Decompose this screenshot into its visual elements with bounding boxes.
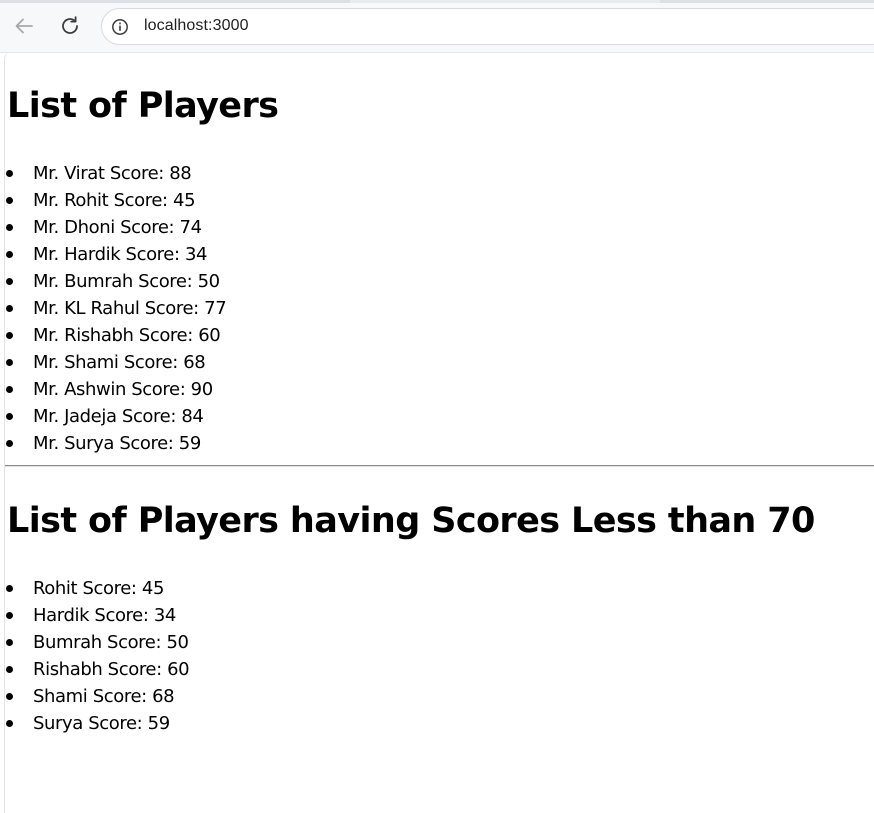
bullet (6, 224, 13, 231)
list-item-text: Mr. Dhoni Score: 74 (33, 217, 202, 238)
list-item-text: Mr. Bumrah Score: 50 (33, 271, 220, 292)
list-item-text: Surya Score: 59 (33, 713, 170, 734)
back-button[interactable] (9, 11, 39, 41)
tab-edge (0, 0, 350, 3)
list-item-text: Mr. Surya Score: 59 (33, 433, 201, 454)
tab-strip (0, 0, 874, 3)
list-item: Mr. Jadeja Score: 84 (5, 403, 226, 430)
section-title: List of Players having Scores Less than … (7, 501, 815, 541)
list-item: Surya Score: 59 (5, 710, 189, 737)
list-item: Shami Score: 68 (5, 683, 189, 710)
list-item-text: Mr. KL Rahul Score: 77 (33, 298, 227, 319)
page-title: List of Players (7, 86, 279, 126)
bullet (6, 251, 13, 258)
bullet (6, 332, 13, 339)
list-item-text: Mr. Rohit Score: 45 (33, 190, 196, 211)
bullet (6, 612, 13, 619)
tab-edge (660, 0, 874, 3)
list-item: Mr. Shami Score: 68 (5, 349, 226, 376)
bullet (6, 440, 13, 447)
list-item-text: Mr. Ashwin Score: 90 (33, 379, 213, 400)
list-item: Bumrah Score: 50 (5, 629, 189, 656)
address-bar[interactable]: localhost:3000 (101, 8, 874, 45)
list-item-text: Shami Score: 68 (33, 686, 175, 707)
list-item: Mr. Hardik Score: 34 (5, 241, 226, 268)
list-item-text: Rohit Score: 45 (33, 578, 165, 599)
list-item-text: Mr. Hardik Score: 34 (33, 244, 208, 265)
list-item-text: Mr. Rishabh Score: 60 (33, 325, 221, 346)
low-score-player-list: Rohit Score: 45 Hardik Score: 34 Bumrah … (5, 575, 190, 737)
bullet (6, 585, 13, 592)
list-item-text: Rishabh Score: 60 (33, 659, 190, 680)
bullet (6, 170, 13, 177)
bullet (6, 197, 13, 204)
list-item-text: Mr. Shami Score: 68 (33, 352, 206, 373)
bullet (6, 386, 13, 393)
list-item: Rishabh Score: 60 (5, 656, 190, 683)
bullet (6, 413, 13, 420)
list-item: Mr. Rohit Score: 45 (5, 187, 226, 214)
arrow-left-icon (15, 18, 33, 34)
bullet (6, 720, 13, 727)
list-item-text: Hardik Score: 34 (33, 605, 176, 626)
bullet (6, 639, 13, 646)
bullet (6, 693, 13, 700)
reload-icon (62, 16, 78, 34)
info-circle-icon[interactable] (111, 18, 129, 36)
list-item: Mr. Bumrah Score: 50 (5, 268, 226, 295)
bullet (6, 278, 13, 285)
list-item: Rohit Score: 45 (5, 575, 189, 602)
list-item: Mr. Dhoni Score: 74 (5, 214, 226, 241)
reload-button[interactable] (55, 11, 85, 41)
list-item-text: Mr. Jadeja Score: 84 (33, 406, 204, 427)
bullet (6, 305, 13, 312)
bullet (6, 359, 13, 366)
list-item: Mr. Surya Score: 59 (5, 430, 226, 457)
list-item: Mr. KL Rahul Score: 77 (5, 295, 227, 322)
list-item-text: Mr. Virat Score: 88 (33, 163, 192, 184)
list-item: Hardik Score: 34 (5, 602, 189, 629)
bullet (6, 666, 13, 673)
url-text[interactable]: localhost:3000 (144, 17, 249, 35)
list-item: Mr. Rishabh Score: 60 (5, 322, 226, 349)
browser-toolbar: localhost:3000 (0, 0, 874, 53)
list-item: Mr. Ashwin Score: 90 (5, 376, 226, 403)
page-viewport: List of Players Mr. Virat Score: 88 Mr. … (4, 53, 874, 813)
section-divider (5, 465, 874, 467)
list-item-text: Bumrah Score: 50 (33, 632, 189, 653)
list-item: Mr. Virat Score: 88 (5, 160, 226, 187)
player-list: Mr. Virat Score: 88 Mr. Rohit Score: 45 … (5, 160, 227, 457)
